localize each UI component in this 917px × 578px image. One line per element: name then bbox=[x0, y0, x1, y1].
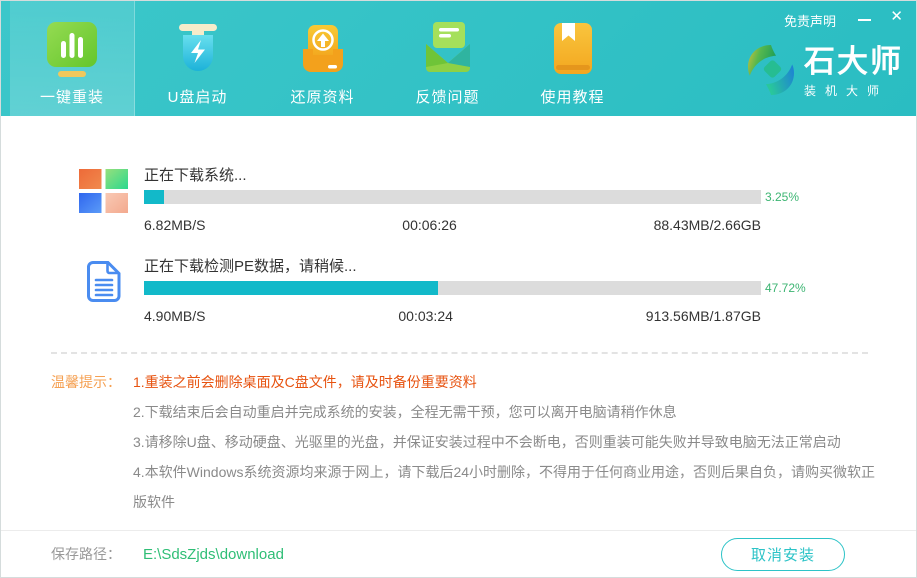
brand-logo: 石大师 装机大师 bbox=[745, 41, 903, 104]
tip-item-1: 1.重装之前会删除桌面及C盘文件，请及时备份重要资料 bbox=[133, 367, 876, 397]
app-window: 一键重装 U盘启动 bbox=[0, 0, 917, 578]
tab-label: U盘启动 bbox=[168, 86, 228, 107]
tips-label: 温馨提示： bbox=[51, 367, 133, 517]
tab-restore-data[interactable]: 还原资料 bbox=[260, 1, 385, 116]
header: 一键重装 U盘启动 bbox=[1, 1, 916, 116]
cancel-install-button[interactable]: 取消安装 bbox=[721, 538, 845, 571]
tip-item-2: 2.下载结束后会自动重启并完成系统的安装，全程无需干预，您可以离开电脑请稍作休息 bbox=[133, 397, 876, 427]
minimize-button[interactable] bbox=[858, 19, 871, 21]
close-button[interactable]: ✕ bbox=[890, 7, 903, 27]
tab-tutorial[interactable]: 使用教程 bbox=[510, 1, 635, 116]
tab-label: 一键重装 bbox=[40, 86, 104, 107]
download-time-remaining: 00:03:24 bbox=[398, 308, 453, 324]
tab-label: 反馈问题 bbox=[415, 86, 479, 107]
dashed-divider bbox=[51, 352, 868, 354]
chart-monitor-icon bbox=[44, 20, 100, 78]
brand-name: 石大师 bbox=[804, 46, 903, 79]
tips-list: 1.重装之前会删除桌面及C盘文件，请及时备份重要资料 2.下载结束后会自动重启并… bbox=[133, 367, 876, 517]
progress-fill bbox=[144, 190, 164, 204]
tip-item-4: 4.本软件Windows系统资源均来源于网上，请下载后24小时删除，不得用于任何… bbox=[133, 457, 876, 517]
progress-bar bbox=[144, 281, 761, 295]
tab-one-key-reinstall[interactable]: 一键重装 bbox=[10, 1, 135, 116]
windows-logo-icon bbox=[79, 169, 128, 213]
tab-label: 还原资料 bbox=[290, 86, 354, 107]
download-title: 正在下载系统... bbox=[144, 166, 819, 186]
progress-percent: 3.25% bbox=[765, 190, 819, 204]
document-icon bbox=[79, 261, 128, 302]
download-title: 正在下载检测PE数据，请稍候... bbox=[144, 257, 819, 277]
main-content: 正在下载系统... 3.25% 6.82MB/S 00:06:26 88.43M… bbox=[1, 116, 916, 530]
download-time-remaining: 00:06:26 bbox=[402, 217, 457, 233]
usb-drive-icon bbox=[170, 20, 226, 78]
tab-feedback[interactable]: 反馈问题 bbox=[385, 1, 510, 116]
restore-box-icon bbox=[295, 20, 351, 78]
disclaimer-link[interactable]: 免责声明 bbox=[784, 11, 836, 30]
progress-bar bbox=[144, 190, 761, 204]
feedback-mail-icon bbox=[420, 20, 476, 78]
save-path-label: 保存路径： bbox=[51, 544, 121, 564]
progress-percent: 47.72% bbox=[765, 281, 819, 295]
tab-usb-boot[interactable]: U盘启动 bbox=[135, 1, 260, 116]
tab-label: 使用教程 bbox=[540, 86, 604, 107]
brand-s-icon bbox=[745, 41, 797, 104]
download-size: 88.43MB/2.66GB bbox=[654, 217, 761, 233]
progress-fill bbox=[144, 281, 438, 295]
save-path-value: E:\SdsZjds\download bbox=[143, 546, 284, 563]
tips-section: 温馨提示： 1.重装之前会删除桌面及C盘文件，请及时备份重要资料 2.下载结束后… bbox=[1, 367, 916, 517]
tutorial-book-icon bbox=[545, 20, 601, 78]
download-task-system: 正在下载系统... 3.25% 6.82MB/S 00:06:26 88.43M… bbox=[1, 166, 916, 233]
download-speed: 4.90MB/S bbox=[144, 308, 205, 324]
tip-item-3: 3.请移除U盘、移动硬盘、光驱里的光盘，并保证安装过程中不会断电，否则重装可能失… bbox=[133, 427, 876, 457]
footer-bar: 保存路径： E:\SdsZjds\download 取消安装 bbox=[1, 530, 916, 577]
brand-subtitle: 装机大师 bbox=[804, 82, 903, 99]
download-task-pe-data: 正在下载检测PE数据，请稍候... 47.72% 4.90MB/S 00:03:… bbox=[1, 257, 916, 324]
download-size: 913.56MB/1.87GB bbox=[646, 308, 761, 324]
window-controls: ✕ bbox=[858, 7, 903, 27]
download-speed: 6.82MB/S bbox=[144, 217, 205, 233]
